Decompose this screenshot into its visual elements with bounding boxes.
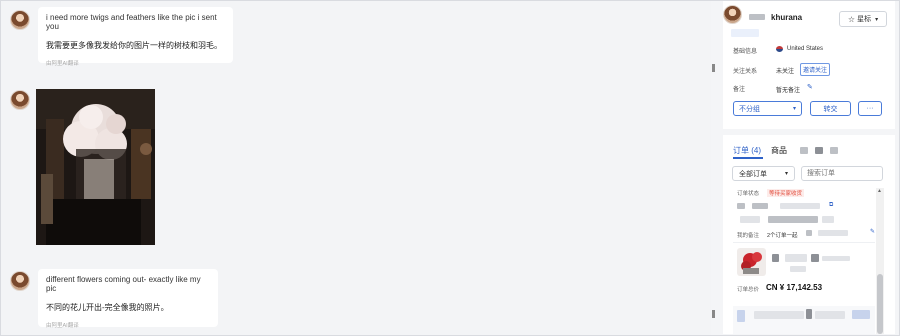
- tab-redacted: [815, 147, 823, 154]
- tab-redacted: [830, 147, 838, 154]
- next-order-redacted: [754, 311, 804, 319]
- edit-icon[interactable]: ✎: [807, 83, 813, 91]
- order-status-badge: 等待买家收货: [767, 189, 805, 197]
- group-select-label: 不分组: [739, 105, 760, 113]
- order-status-label: 订单状态: [737, 191, 760, 197]
- remark-value: 暂无备注: [776, 88, 801, 94]
- product-title-redacted: [772, 254, 779, 262]
- active-tab-underline: [733, 157, 763, 159]
- message-text-zh: 不同的花儿开出-完全像我的照片。: [46, 303, 169, 312]
- chevron-down-icon: ▾: [784, 171, 788, 177]
- scroll-up-arrow[interactable]: ▲: [877, 188, 882, 194]
- order-total-value: CN ¥ 17,142.53: [766, 283, 823, 292]
- translate-note: 由阿里AI翻译: [46, 323, 79, 329]
- follow-status: 未关注: [776, 69, 795, 75]
- more-button[interactable]: ···: [858, 101, 882, 116]
- avatar[interactable]: [10, 271, 30, 291]
- chat-area: i need more twigs and feathers like the …: [1, 1, 711, 335]
- chat-scrollbar[interactable]: [712, 64, 715, 72]
- invite-follow-tag[interactable]: 邀请关注: [800, 63, 831, 76]
- message-text-en: i need more twigs and feathers like the …: [46, 13, 217, 31]
- chevron-down-icon: ▾: [792, 106, 796, 112]
- group-select[interactable]: 不分组 ▾: [733, 101, 802, 116]
- message-text-en: different flowers coming out- exactly li…: [46, 275, 201, 293]
- orders-tabs: 订单 (4) 商品: [733, 145, 787, 156]
- customer-avatar[interactable]: [723, 5, 742, 24]
- order-line-redacted: [806, 230, 812, 236]
- next-order-redacted: [852, 310, 870, 319]
- star-button-label: 星标: [857, 16, 872, 23]
- order-filter-label: 全部订单: [739, 170, 767, 178]
- order-line-redacted: [737, 203, 745, 209]
- star-button[interactable]: ☆ 星标 ▾: [839, 11, 887, 27]
- chat-scrollbar-end[interactable]: [712, 310, 715, 318]
- copy-icon[interactable]: ⧉: [829, 202, 833, 209]
- product-image: [741, 252, 762, 274]
- us-flag-icon: [776, 46, 783, 52]
- order-divider: [733, 242, 875, 243]
- next-order-redacted: [806, 309, 812, 319]
- avatar[interactable]: [10, 90, 30, 110]
- next-order-redacted: [815, 311, 845, 319]
- flower-arrangement-image: [36, 89, 155, 245]
- translate-note: 由阿里AI翻译: [46, 61, 79, 67]
- name-redacted: [749, 14, 765, 20]
- customer-subtitle-redacted: [731, 29, 759, 37]
- order-line-redacted: [818, 230, 848, 236]
- order-line-redacted: [822, 216, 834, 223]
- order-search-input[interactable]: [801, 166, 883, 181]
- tab-redacted: [800, 147, 808, 154]
- follow-label: 关注关系: [733, 69, 758, 75]
- chevron-down-icon: ▾: [875, 16, 879, 23]
- product-subtitle-redacted: [790, 266, 806, 272]
- country-value: United States: [787, 46, 824, 52]
- avatar[interactable]: [10, 10, 30, 30]
- order-line-redacted: [780, 203, 820, 209]
- order-filter-select[interactable]: 全部订单 ▾: [732, 166, 795, 181]
- my-remark-label: 我的备注: [737, 233, 760, 239]
- order-line-redacted: [752, 203, 768, 209]
- message-bubble: different flowers coming out- exactly li…: [38, 269, 218, 329]
- product-title-redacted: [822, 256, 850, 261]
- product-title-redacted: [785, 254, 807, 262]
- order-line-redacted: [740, 216, 760, 223]
- star-icon: ☆: [847, 14, 856, 24]
- edit-icon[interactable]: ✎: [870, 228, 875, 235]
- message-bubble: i need more twigs and feathers like the …: [38, 7, 233, 67]
- tab-orders[interactable]: 订单 (4): [733, 145, 761, 156]
- message-text-zh: 我需要更多像我发给你的图片一样的树枝和羽毛。: [46, 41, 222, 50]
- basic-info-label: 基础信息: [733, 49, 758, 55]
- message-image[interactable]: [36, 89, 155, 245]
- next-order-redacted: [737, 310, 745, 322]
- customer-name: khurana: [771, 13, 803, 22]
- orders-scroll-thumb[interactable]: [877, 274, 883, 334]
- my-remark-value: 2个订单一起: [767, 233, 798, 239]
- order-total-label: 订单总价: [737, 287, 760, 293]
- tab-products[interactable]: 商品: [771, 145, 787, 156]
- order-line-redacted: [768, 216, 818, 223]
- transfer-button[interactable]: 转交: [810, 101, 851, 116]
- remark-label: 备注: [733, 87, 746, 93]
- product-title-redacted: [811, 254, 819, 262]
- product-thumbnail[interactable]: [737, 248, 766, 276]
